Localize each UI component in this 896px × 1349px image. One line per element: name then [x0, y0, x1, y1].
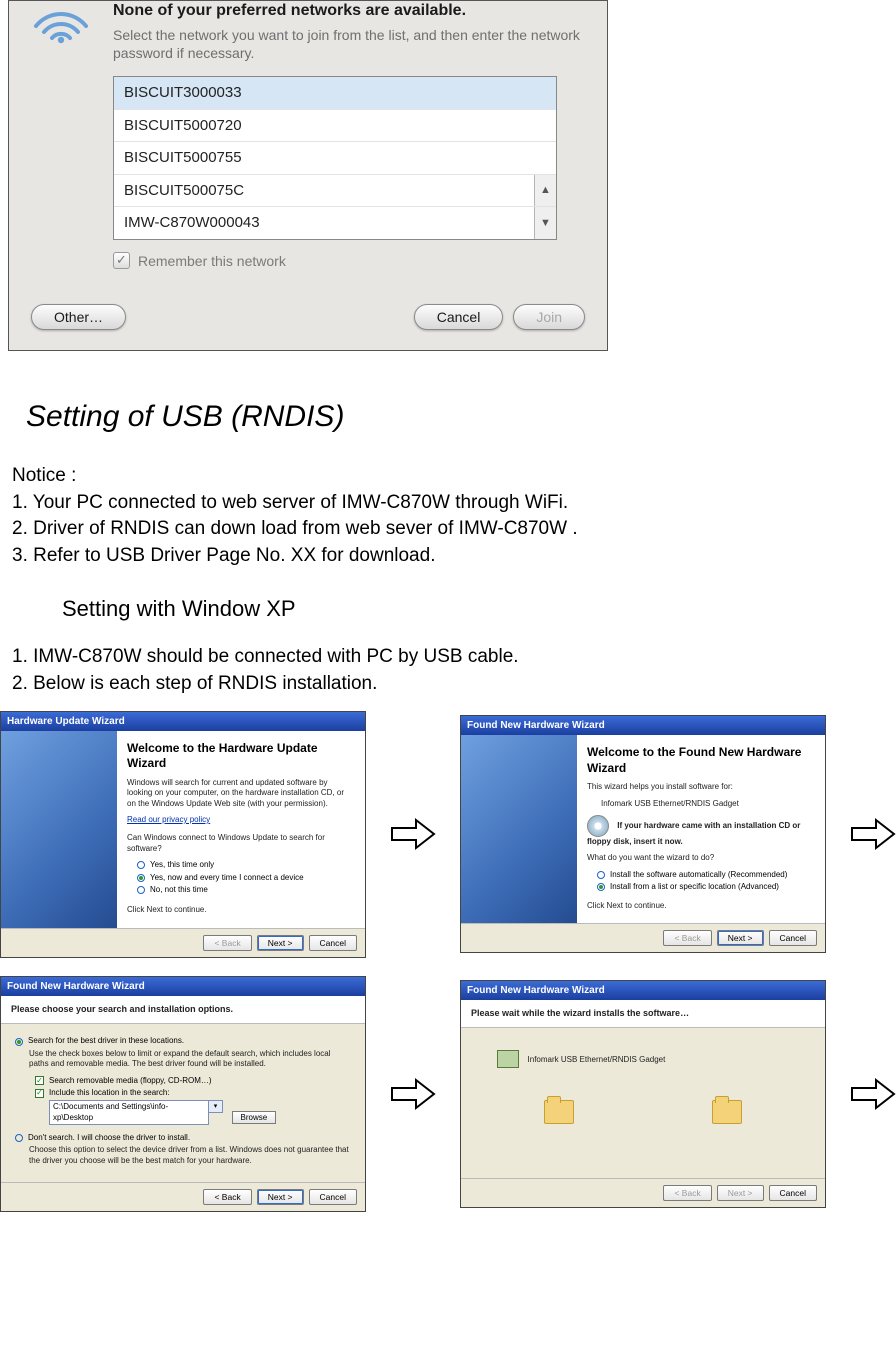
arrow-icon	[850, 1076, 896, 1112]
cancel-button[interactable]: Cancel	[309, 935, 357, 951]
wizard-titlebar: Found New Hardware Wizard	[1, 977, 365, 996]
checkbox-icon: ✓	[35, 1089, 44, 1098]
wizard-side-graphic	[461, 735, 577, 923]
network-name: IMW-C870W000043	[124, 214, 260, 231]
cd-icon	[587, 815, 609, 837]
cancel-button[interactable]: Cancel	[309, 1189, 357, 1205]
wizard-panel-2: Found New Hardware Wizard Welcome to the…	[460, 715, 826, 953]
remember-checkbox[interactable]: ✓	[113, 252, 130, 269]
airport-dialog: None of your preferred networks are avai…	[8, 0, 608, 351]
wizard-heading: Please choose your search and installati…	[11, 1004, 233, 1014]
notice-label: Notice :	[12, 464, 896, 489]
radio-option[interactable]: Search for the best driver in these loca…	[15, 1036, 351, 1046]
next-button[interactable]: Next >	[257, 935, 304, 951]
device-icon	[497, 1050, 519, 1068]
checkbox-icon: ✓	[35, 1076, 44, 1085]
back-button: < Back	[663, 1185, 711, 1201]
scroll-up-icon[interactable]: ▲	[534, 175, 556, 207]
wizard-panel-1: Hardware Update Wizard Welcome to the Ha…	[0, 711, 366, 958]
wizard-heading: Welcome to the Found New Hardware Wizard	[587, 745, 815, 776]
scroll-down-icon[interactable]: ▼	[534, 207, 556, 239]
radio-option[interactable]: Install from a list or specific location…	[597, 882, 815, 892]
airport-icon	[27, 0, 95, 45]
dropdown-icon[interactable]: ▾	[209, 1100, 223, 1113]
network-row[interactable]: BISCUIT500075C ▲	[114, 175, 556, 208]
device-name: Infomark USB Ethernet/RNDIS Gadget	[601, 799, 815, 809]
notice-item: 3. Refer to USB Driver Page No. XX for d…	[12, 544, 896, 569]
sub-title: Setting with Window XP	[62, 595, 896, 624]
device-name: Infomark USB Ethernet/RNDIS Gadget	[528, 1055, 666, 1064]
network-name: BISCUIT5000755	[124, 149, 242, 166]
arrow-icon	[850, 816, 896, 852]
notice-item: 1. Your PC connected to web server of IM…	[12, 491, 896, 516]
radio-icon	[137, 874, 145, 882]
wizard-question: What do you want the wizard to do?	[587, 853, 815, 863]
network-list[interactable]: BISCUIT3000033 BISCUIT5000720 BISCUIT500…	[113, 76, 557, 240]
radio-icon	[597, 883, 605, 891]
next-button[interactable]: Next >	[257, 1189, 304, 1205]
privacy-link[interactable]: Read our privacy policy	[127, 815, 210, 824]
network-name: BISCUIT5000720	[124, 117, 242, 134]
network-row[interactable]: BISCUIT3000033	[114, 77, 556, 110]
wizard-desc: Windows will search for current and upda…	[127, 778, 355, 809]
wizard-question: Can Windows connect to Windows Update to…	[127, 833, 355, 854]
wizard-panel-4: Found New Hardware Wizard Please wait wh…	[460, 980, 826, 1209]
step-intro: 2. Below is each step of RNDIS installat…	[12, 672, 896, 697]
airport-subtitle: Select the network you want to join from…	[113, 26, 589, 62]
checkbox-option[interactable]: ✓Include this location in the search:	[35, 1088, 351, 1098]
network-row[interactable]: BISCUIT5000755	[114, 142, 556, 175]
remember-network-row[interactable]: ✓ Remember this network	[113, 252, 589, 270]
arrow-icon	[390, 1076, 436, 1112]
cd-hint: If your hardware came with an installati…	[587, 821, 800, 846]
step-intro: 1. IMW-C870W should be connected with PC…	[12, 645, 896, 670]
back-button[interactable]: < Back	[203, 1189, 251, 1205]
wizard-titlebar: Found New Hardware Wizard	[461, 716, 825, 735]
wizard-titlebar: Hardware Update Wizard	[1, 712, 365, 731]
remember-label: Remember this network	[138, 252, 286, 270]
back-button[interactable]: < Back	[663, 930, 711, 946]
radio-icon	[137, 886, 145, 894]
other-button[interactable]: Other…	[31, 304, 126, 330]
radio-option[interactable]: Yes, this time only	[137, 860, 355, 870]
wizard-side-graphic	[1, 731, 117, 928]
wizard-heading: Welcome to the Hardware Update Wizard	[127, 741, 355, 772]
network-name: BISCUIT3000033	[124, 84, 242, 101]
radio-icon	[15, 1134, 23, 1142]
radio-option[interactable]: Install the software automatically (Reco…	[597, 870, 815, 880]
notice-item: 2. Driver of RNDIS can down load from we…	[12, 517, 896, 542]
radio-icon	[597, 871, 605, 879]
radio-option[interactable]: Don't search. I will choose the driver t…	[15, 1133, 351, 1143]
wizard-panel-3: Found New Hardware Wizard Please choose …	[0, 976, 366, 1213]
section-title: Setting of USB (RNDIS)	[26, 397, 896, 436]
cancel-button[interactable]: Cancel	[414, 304, 504, 330]
folder-icon	[712, 1100, 742, 1124]
wizard-desc: This wizard helps you install software f…	[587, 782, 815, 792]
radio-option[interactable]: No, not this time	[137, 885, 355, 895]
radio-icon	[137, 861, 145, 869]
cancel-button[interactable]: Cancel	[769, 930, 817, 946]
airport-title: None of your preferred networks are avai…	[113, 1, 589, 22]
network-row[interactable]: BISCUIT5000720	[114, 110, 556, 143]
checkbox-option[interactable]: ✓Search removable media (floppy, CD-ROM……	[35, 1076, 351, 1086]
wizard-titlebar: Found New Hardware Wizard	[461, 981, 825, 1000]
path-input[interactable]: C:\Documents and Settings\info-xp\Deskto…	[49, 1100, 209, 1125]
option-desc: Choose this option to select the device …	[29, 1145, 351, 1166]
network-name: BISCUIT500075C	[124, 182, 244, 199]
click-next: Click Next to continue.	[587, 901, 815, 911]
radio-icon	[15, 1038, 23, 1046]
browse-button[interactable]: Browse	[232, 1111, 277, 1124]
back-button[interactable]: < Back	[203, 935, 251, 951]
radio-option[interactable]: Yes, now and every time I connect a devi…	[137, 873, 355, 883]
click-next: Click Next to continue.	[127, 905, 355, 915]
join-button[interactable]: Join	[513, 304, 585, 330]
cancel-button[interactable]: Cancel	[769, 1185, 817, 1201]
next-button[interactable]: Next >	[717, 930, 764, 946]
arrow-icon	[390, 816, 436, 852]
network-row[interactable]: IMW-C870W000043 ▼	[114, 207, 556, 239]
option-desc: Use the check boxes below to limit or ex…	[29, 1049, 351, 1070]
next-button: Next >	[717, 1185, 764, 1201]
wizard-heading: Please wait while the wizard installs th…	[471, 1008, 689, 1018]
folder-icon	[544, 1100, 574, 1124]
